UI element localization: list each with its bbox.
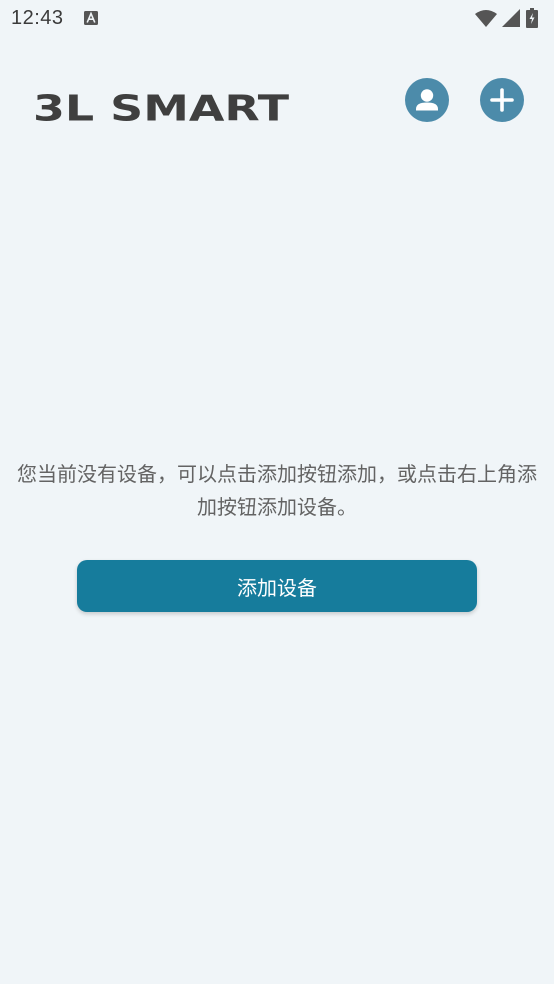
app-logo: 3L SMART	[33, 94, 289, 122]
wifi-icon	[475, 10, 497, 27]
accessibility-a-icon	[84, 11, 98, 25]
status-bar: 12:43	[0, 0, 554, 38]
cell-signal-icon	[502, 9, 520, 27]
app-logo-text: 3L SMART	[33, 94, 289, 122]
user-account-icon	[416, 89, 438, 111]
add-device-button[interactable]: 添加设备	[77, 560, 477, 612]
add-device-header-button[interactable]	[480, 78, 524, 122]
plus-icon	[490, 88, 514, 112]
battery-charging-icon	[526, 8, 538, 28]
status-time: 12:43	[11, 7, 64, 29]
user-account-button[interactable]	[405, 78, 449, 122]
empty-state-message: 您当前没有设备，可以点击添加按钮添加，或点击右上角添加按钮添加设备。	[17, 462, 537, 519]
